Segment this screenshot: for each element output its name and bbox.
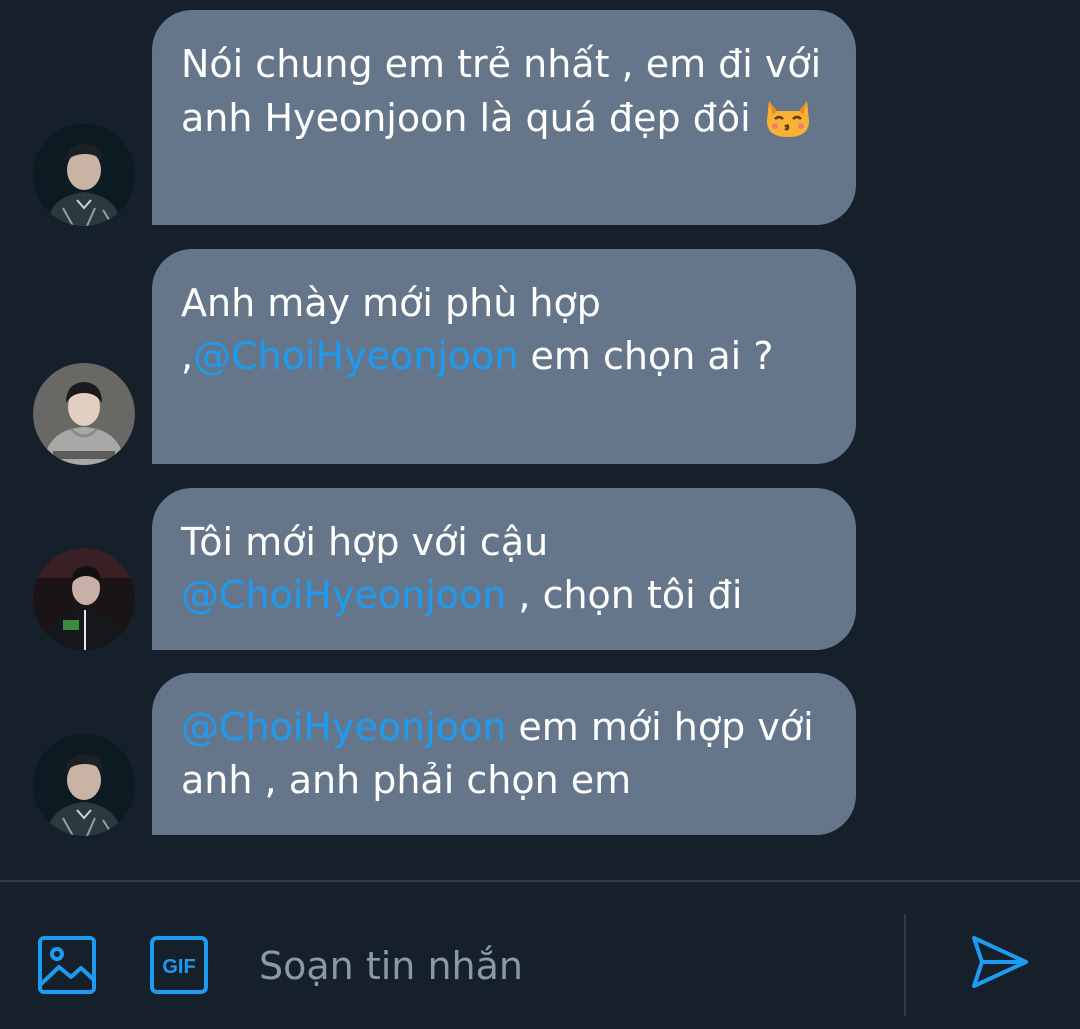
message-bubble[interactable]: Anh mày mới phù hợp ,@ChoiHyeonjoon em c… (152, 249, 856, 464)
message-bubble[interactable]: Tôi mới hợp với cậu @ChoiHyeonjoon , chọ… (152, 488, 856, 650)
message-thread: Nói chung em trẻ nhất , em đi với anh Hy… (0, 0, 1080, 880)
image-icon (38, 936, 96, 994)
message-bubble[interactable]: Nói chung em trẻ nhất , em đi với anh Hy… (152, 10, 856, 225)
gif-label: GIF (162, 956, 195, 978)
gif-button[interactable]: GIF (149, 935, 209, 995)
user-mention-link[interactable]: @ChoiHyeonjoon (181, 705, 506, 749)
composer-bar: GIF (0, 880, 1080, 1029)
user-mention-link[interactable]: @ChoiHyeonjoon (193, 334, 518, 378)
gif-icon: GIF (150, 936, 208, 994)
send-button[interactable] (968, 930, 1032, 994)
add-media-button[interactable] (37, 935, 97, 995)
dm-conversation-screen: Nói chung em trẻ nhất , em đi với anh Hy… (0, 0, 1080, 1029)
message-text: em chọn ai ? (518, 334, 774, 378)
message-input[interactable] (259, 940, 879, 992)
sender-avatar[interactable] (33, 548, 135, 650)
sender-avatar[interactable] (33, 124, 135, 226)
message-text: Nói chung em trẻ nhất , em đi với anh Hy… (181, 42, 822, 140)
user-mention-link[interactable]: @ChoiHyeonjoon (181, 573, 506, 617)
kissing-cat-emoji (763, 91, 813, 139)
sender-avatar[interactable] (33, 363, 135, 465)
message-text: , chọn tôi đi (506, 573, 743, 617)
message-text: Tôi mới hợp với cậu (181, 520, 549, 564)
message-bubble[interactable]: @ChoiHyeonjoon em mới hợp với anh , anh … (152, 673, 856, 835)
composer-divider (904, 914, 906, 1016)
sender-avatar[interactable] (33, 734, 135, 836)
send-icon (972, 936, 1028, 988)
